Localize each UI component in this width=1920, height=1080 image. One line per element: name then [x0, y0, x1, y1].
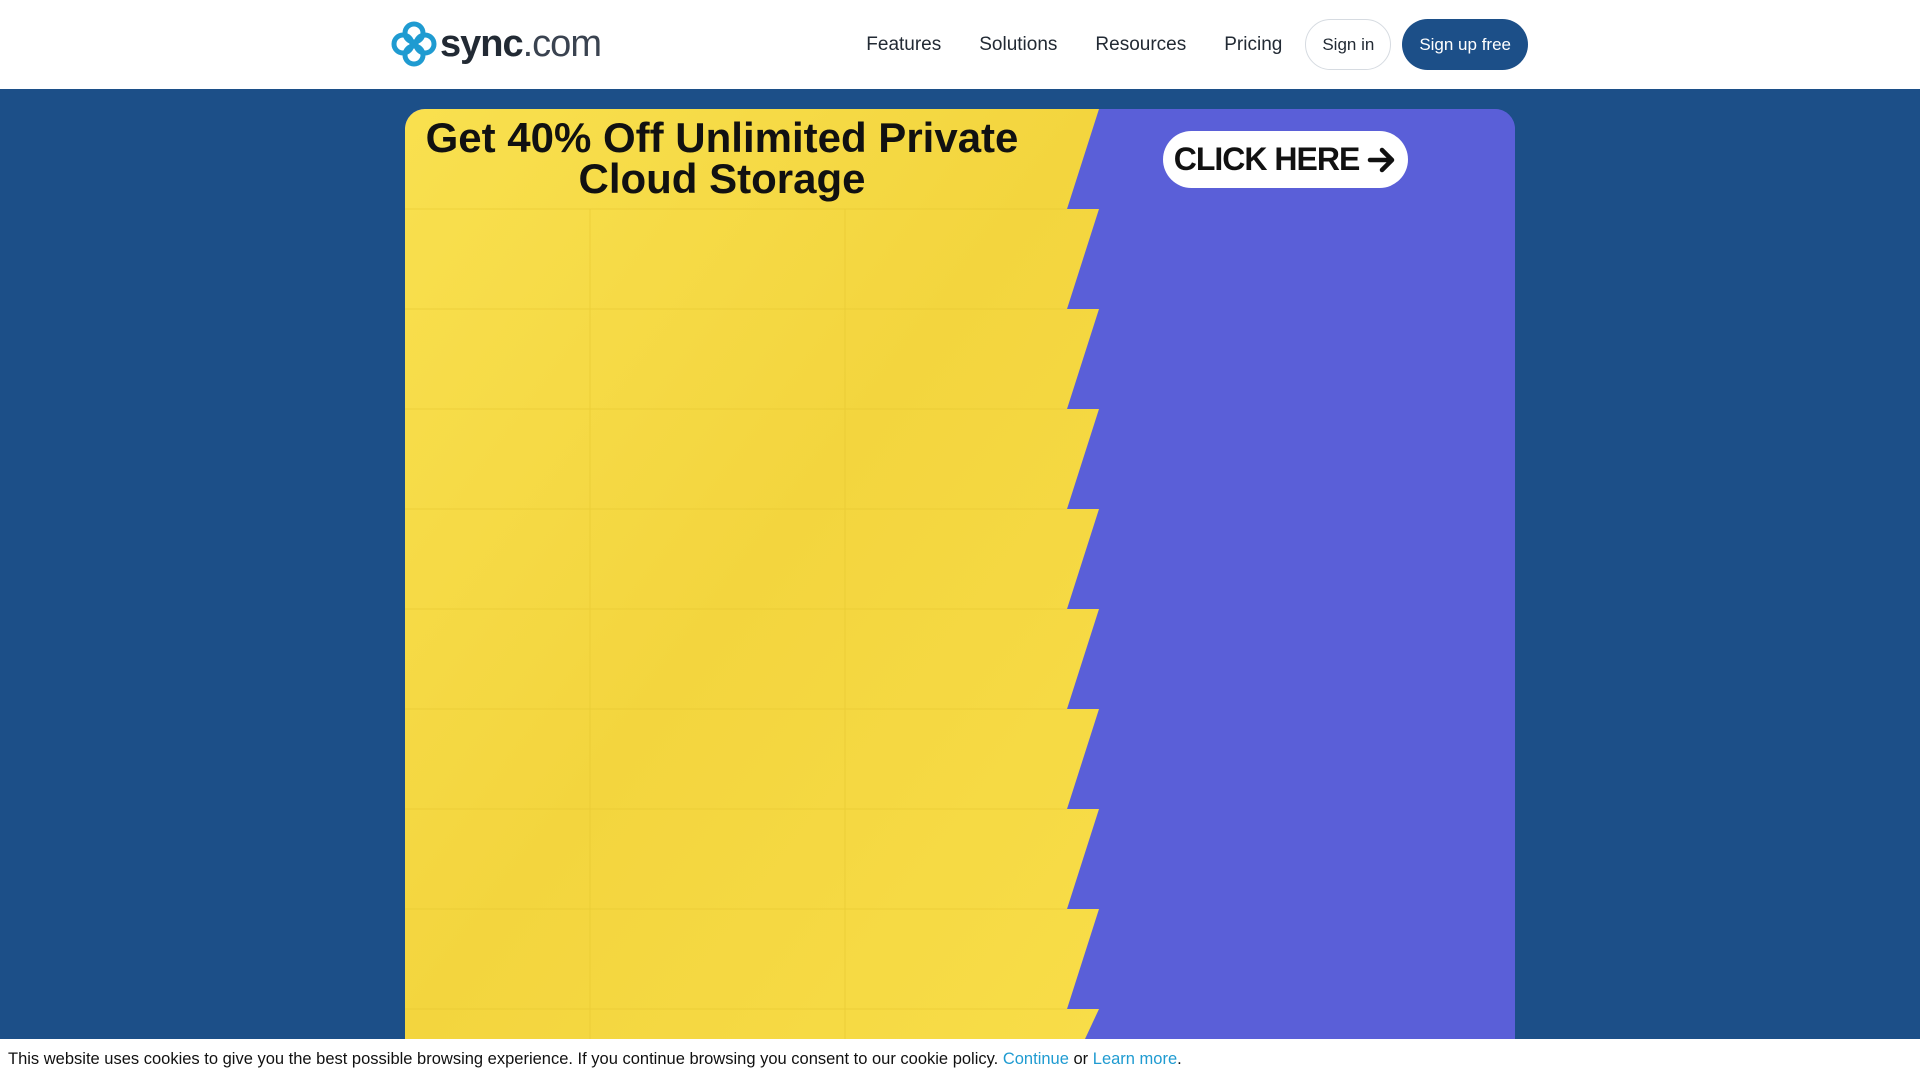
cookie-or-text: or — [1073, 1050, 1089, 1068]
nav-solutions[interactable]: Solutions — [979, 34, 1057, 56]
cookie-continue-link[interactable]: Continue — [1003, 1050, 1069, 1069]
nav-features[interactable]: Features — [866, 34, 941, 56]
cookie-end-punct: . — [1177, 1050, 1182, 1068]
nav-resources[interactable]: Resources — [1095, 34, 1186, 56]
cookie-message: This website uses cookies to give you th… — [8, 1050, 999, 1068]
cookie-learn-more-link[interactable]: Learn more — [1093, 1050, 1177, 1069]
sign-up-free-button[interactable]: Sign up free — [1402, 19, 1528, 70]
sync-logo-icon — [391, 21, 437, 67]
sync-logo-text: sync.com — [440, 23, 602, 65]
logo-text-bold: sync — [440, 23, 524, 65]
promo-banner[interactable]: Get 40% Off Unlimited Private Cloud Stor… — [405, 109, 1515, 1039]
sign-in-button[interactable]: Sign in — [1305, 19, 1392, 70]
sync-logo[interactable]: sync.com — [390, 20, 602, 68]
logo-text-light: .com — [522, 23, 602, 65]
site-header: sync.com Features Solutions Resources Pr… — [0, 0, 1920, 89]
arrow-right-icon — [1368, 147, 1395, 172]
banner-background — [405, 109, 1515, 1039]
banner-headline: Get 40% Off Unlimited Private Cloud Stor… — [425, 114, 1019, 202]
click-here-label: CLICK HERE — [1173, 141, 1361, 177]
main-nav: Features Solutions Resources Pricing Sig… — [866, 19, 1528, 70]
cookie-consent-bar: This website uses cookies to give you th… — [0, 1039, 1920, 1080]
nav-pricing[interactable]: Pricing — [1224, 34, 1282, 56]
click-here-button[interactable]: CLICK HERE — [1163, 131, 1408, 188]
